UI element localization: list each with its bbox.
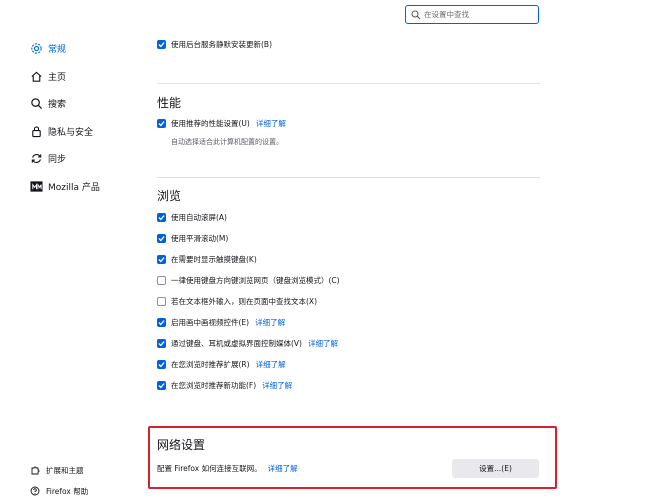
section-divider [157, 177, 540, 178]
sync-icon [31, 153, 42, 163]
learn-more-link[interactable]: 详细了解 [255, 317, 285, 328]
sidebar-item-label: Mozilla 产品 [48, 182, 100, 193]
network-settings-button[interactable]: 设置...(E) [452, 459, 539, 478]
browsing-option[interactable]: 使用自动滚屏(A) [157, 211, 227, 224]
sidebar-footer-label: Firefox 帮助 [46, 486, 89, 496]
checkbox-checked[interactable] [157, 360, 166, 369]
option-label: 使用平滑滚动(M) [171, 234, 229, 243]
browsing-option[interactable]: 在需要时显示触摸键盘(K) [157, 253, 257, 266]
checkbox-checked[interactable] [157, 40, 166, 49]
sidebar-footer-extensions[interactable]: 扩展和主题 [30, 464, 84, 476]
search-input[interactable] [424, 10, 534, 19]
browsing-option[interactable]: 使用平滑滚动(M) [157, 232, 228, 245]
check-icon [158, 42, 165, 48]
puzzle-icon [31, 466, 40, 475]
option-label: 在您浏览时推荐扩展(R) [171, 360, 250, 369]
sidebar-item-label: 同步 [48, 154, 67, 165]
checkbox-checked[interactable] [157, 339, 166, 348]
option-label: 在您浏览时推荐新功能(F) [171, 381, 257, 390]
sidebar-item-label: 常规 [48, 44, 67, 55]
search-icon [31, 97, 43, 109]
check-icon [158, 362, 165, 368]
learn-more-link[interactable]: 详细了解 [256, 359, 286, 370]
browsing-option[interactable]: 一律使用键盘方向键浏览网页（键盘浏览模式）(C) [157, 274, 340, 287]
check-icon [158, 121, 165, 127]
checkbox-checked[interactable] [157, 119, 166, 128]
performance-note: 自动选择适合此计算机配置的设置。 [171, 138, 283, 146]
option-label: 通过键盘、耳机或虚拟界面控制媒体(V) [171, 339, 302, 348]
option-label: 使用自动滚屏(A) [171, 213, 227, 222]
checkbox-unchecked[interactable] [157, 297, 166, 306]
sidebar-item-home[interactable]: 主页 [30, 68, 66, 84]
recommended-performance-option[interactable]: 使用推荐的性能设置(U) 详细了解 [157, 117, 286, 130]
check-icon [158, 236, 165, 242]
sidebar-footer-help[interactable]: Firefox 帮助 [30, 485, 88, 497]
browsing-option[interactable]: 启用画中画视频控件(E) 详细了解 [157, 316, 285, 329]
lock-icon [32, 125, 41, 137]
option-label: 使用后台服务静默安装更新(B) [171, 40, 272, 49]
section-divider [157, 83, 540, 84]
checkbox-checked[interactable] [157, 318, 166, 327]
check-icon [158, 215, 165, 221]
learn-more-link[interactable]: 详细了解 [256, 118, 286, 129]
mozilla-icon [30, 180, 43, 192]
checkbox-checked[interactable] [157, 213, 166, 222]
browsing-heading: 浏览 [157, 189, 182, 203]
browsing-option[interactable]: 在您浏览时推荐新功能(F) 详细了解 [157, 379, 292, 392]
settings-search-box[interactable] [405, 5, 539, 24]
home-icon [31, 71, 42, 82]
sidebar-item-general[interactable]: 常规 [30, 40, 66, 56]
learn-more-link[interactable]: 详细了解 [268, 463, 298, 474]
sidebar-item-sync[interactable]: 同步 [30, 150, 66, 166]
help-icon [30, 486, 40, 496]
learn-more-link[interactable]: 详细了解 [308, 338, 338, 349]
option-label: 若在文本框外输入，则在页面中查找文本(X) [171, 297, 317, 306]
check-icon [158, 341, 165, 347]
checkbox-checked[interactable] [157, 255, 166, 264]
sidebar-item-label: 搜索 [48, 99, 67, 110]
gear-icon [31, 42, 42, 54]
sidebar-item-privacy[interactable]: 隐私与安全 [30, 123, 93, 139]
sidebar-footer-label: 扩展和主题 [46, 465, 84, 475]
check-icon [158, 383, 165, 389]
performance-heading: 性能 [157, 96, 182, 110]
sidebar-item-label: 主页 [48, 72, 67, 83]
sidebar-item-mozilla[interactable]: Mozilla 产品 [30, 178, 100, 194]
checkbox-checked[interactable] [157, 381, 166, 390]
check-icon [158, 257, 165, 263]
search-icon [411, 9, 421, 19]
browsing-option[interactable]: 通过键盘、耳机或虚拟界面控制媒体(V) 详细了解 [157, 337, 338, 350]
network-highlight-box [148, 426, 557, 489]
option-label: 启用画中画视频控件(E) [171, 318, 250, 327]
browsing-option[interactable]: 在您浏览时推荐扩展(R) 详细了解 [157, 358, 286, 371]
checkbox-checked[interactable] [157, 234, 166, 243]
sidebar-item-search[interactable]: 搜索 [30, 95, 66, 111]
browsing-option[interactable]: 若在文本框外输入，则在页面中查找文本(X) [157, 295, 317, 308]
checkbox-unchecked[interactable] [157, 276, 166, 285]
network-description: 配置 Firefox 如何连接互联网。 [157, 463, 262, 473]
sidebar: 常规 主页 搜索 隐私与安全 同步 Mozilla 产品 扩展和主题 Firef… [0, 0, 130, 500]
network-heading: 网络设置 [157, 438, 206, 452]
sidebar-item-label: 隐私与安全 [48, 127, 94, 138]
option-label: 一律使用键盘方向键浏览网页（键盘浏览模式）(C) [171, 276, 340, 285]
option-label: 在需要时显示触摸键盘(K) [171, 255, 257, 264]
check-icon [158, 320, 165, 326]
option-label: 使用推荐的性能设置(U) [171, 119, 250, 128]
learn-more-link[interactable]: 详细了解 [262, 380, 292, 391]
network-description-row: 配置 Firefox 如何连接互联网。 详细了解 [157, 462, 298, 474]
background-update-option[interactable]: 使用后台服务静默安装更新(B) [157, 38, 272, 51]
